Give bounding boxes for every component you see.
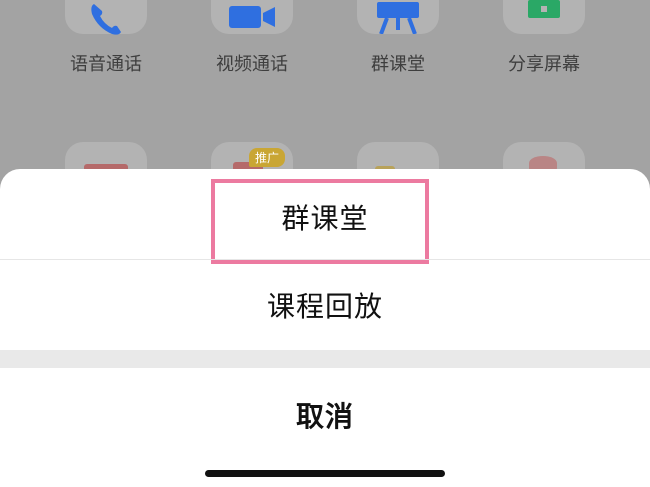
promo-badge-label: 推广 — [255, 151, 280, 165]
highlight-annotation-box — [211, 179, 429, 264]
share-screen-icon — [528, 0, 560, 18]
option-course-replay[interactable]: 课程回放 — [0, 260, 650, 350]
promo-badge: 推广 — [249, 148, 286, 167]
group-class-tile[interactable] — [357, 0, 439, 34]
home-indicator — [205, 470, 445, 477]
easel-icon — [377, 2, 419, 34]
video-call-tile[interactable] — [211, 0, 293, 34]
gift-icon — [529, 156, 557, 170]
action-sheet: 群课堂 课程回放 取消 — [0, 169, 650, 487]
voice-call-tile[interactable] — [65, 0, 147, 35]
option-course-replay-label: 课程回放 — [266, 290, 383, 323]
video-call-label: 视频通话 — [216, 54, 288, 75]
cancel-button-label: 取消 — [295, 400, 354, 433]
section-separator — [0, 350, 650, 368]
voice-call-label: 语音通话 — [70, 54, 142, 75]
video-camera-icon — [229, 6, 275, 28]
phone-icon — [91, 4, 121, 35]
share-screen-tile[interactable] — [503, 0, 585, 34]
share-screen-label: 分享屏幕 — [508, 54, 580, 75]
group-class-label: 群课堂 — [371, 54, 425, 75]
cancel-button[interactable]: 取消 — [0, 370, 650, 460]
